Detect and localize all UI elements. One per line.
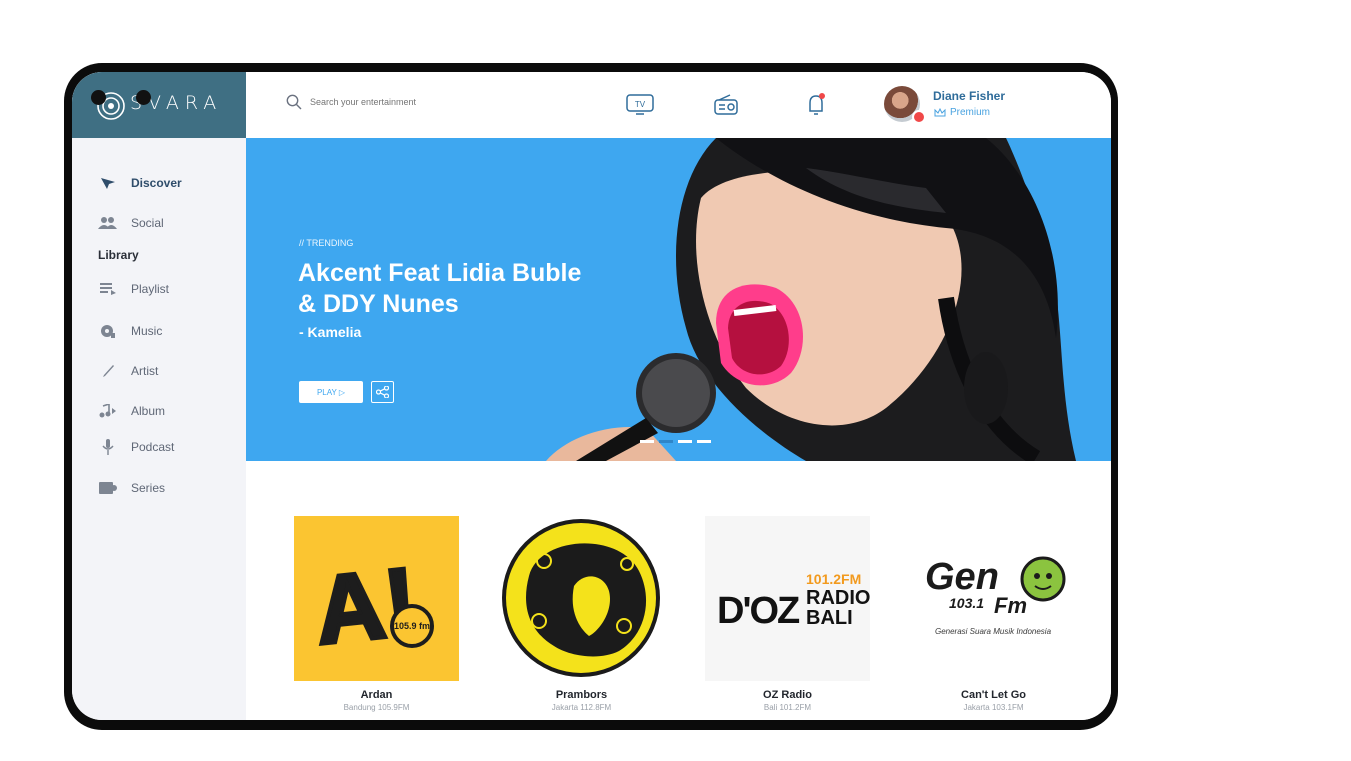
- sidebar-item-discover[interactable]: Discover: [98, 172, 182, 194]
- station-frequency: Jakarta 103.1FM: [963, 703, 1024, 712]
- crown-icon: [934, 107, 946, 116]
- sidebar-item-label: Discover: [131, 176, 182, 190]
- sidebar-item-podcast[interactable]: Podcast: [98, 436, 174, 458]
- sidebar-item-album[interactable]: Album: [98, 400, 165, 422]
- sidebar-item-music[interactable]: Music: [98, 320, 162, 342]
- oz-logo-radio: RADIO: [806, 587, 870, 609]
- ardan-logo-sub: 105.9 fm: [394, 621, 430, 631]
- sidebar-item-label: Music: [131, 324, 163, 338]
- carousel-dot[interactable]: [678, 440, 692, 443]
- station-name: OZ Radio: [763, 689, 812, 701]
- hero-title: Akcent Feat Lidia Buble & DDY Nunes: [298, 259, 582, 318]
- share-icon: [376, 386, 389, 398]
- station-frequency: Bandung 105.9FM: [343, 703, 410, 712]
- gen-logo-tagline: Generasi Suara Musik Indonesia: [935, 627, 1052, 636]
- station-frequency: Bali 101.2FM: [763, 703, 812, 712]
- search-input[interactable]: [310, 97, 470, 107]
- search-bar: [286, 94, 470, 110]
- camera-dot: [136, 90, 151, 105]
- station-card-oz-radio[interactable]: D'OZ 101.2FM RADIO BALI OZ Radio Bali 10…: [705, 516, 870, 712]
- play-button-label: PLAY ▷: [316, 387, 346, 397]
- station-card-cant-let-go[interactable]: Gen 103.1 Fm Generasi Suara Musik Indone…: [911, 516, 1076, 712]
- sidebar-item-playlist[interactable]: Playlist: [98, 278, 169, 300]
- user-name[interactable]: Diane Fisher: [933, 89, 1005, 103]
- app-screen: SVARA Discover Social Library Playlist M…: [72, 72, 1111, 720]
- carousel-dot[interactable]: [640, 440, 654, 443]
- tv-button[interactable]: TV: [626, 92, 654, 118]
- series-icon: [98, 479, 118, 497]
- gen-logo-text: Gen: [925, 556, 999, 598]
- sidebar-item-label: Social: [131, 216, 164, 230]
- users-icon: [98, 214, 118, 232]
- station-name: Can't Let Go: [961, 689, 1026, 701]
- stations-grid: A! 105.9 fm Ardan Bandung 105.9FM Prambo…: [246, 461, 1111, 720]
- trending-tag: // TRENDING: [299, 238, 354, 248]
- tv-label: TV: [635, 100, 646, 109]
- share-button[interactable]: [371, 381, 394, 403]
- tv-icon: TV: [626, 94, 654, 115]
- top-bar: TV Diane Fisher Premium: [246, 72, 1111, 138]
- station-name: Ardan: [360, 689, 393, 701]
- sidebar-item-social[interactable]: Social: [98, 212, 164, 234]
- oz-logo-text: D'OZ: [717, 590, 800, 632]
- station-logo: D'OZ 101.2FM RADIO BALI: [705, 516, 870, 681]
- sidebar-item-label: Album: [131, 404, 166, 418]
- search-icon: [286, 94, 302, 110]
- camera-dot: [91, 90, 106, 105]
- sidebar-item-label: Series: [131, 481, 166, 495]
- user-tier-label: Premium: [950, 107, 991, 118]
- notifications-button[interactable]: [802, 92, 830, 118]
- station-card-ardan[interactable]: A! 105.9 fm Ardan Bandung 105.9FM: [294, 516, 459, 712]
- play-button[interactable]: PLAY ▷: [299, 381, 363, 403]
- brush-icon: [98, 362, 118, 380]
- station-frequency: Jakarta 112.8FM: [551, 703, 612, 712]
- station-logo: Gen 103.1 Fm Generasi Suara Musik Indone…: [911, 516, 1076, 681]
- station-card-prambors[interactable]: Prambors Jakarta 112.8FM: [499, 516, 664, 712]
- library-heading: Library: [98, 248, 139, 262]
- oz-logo-bali: BALI: [806, 607, 853, 629]
- radio-button[interactable]: [713, 92, 741, 118]
- station-logo: [499, 516, 664, 681]
- hero-subtitle: - Kamelia: [299, 324, 362, 340]
- hero-banner: // TRENDING Akcent Feat Lidia Buble & DD…: [246, 138, 1111, 461]
- playlist-icon: [98, 280, 118, 298]
- bell-icon: [809, 93, 825, 115]
- sidebar-item-series[interactable]: Series: [98, 477, 165, 499]
- sidebar-item-label: Podcast: [131, 440, 175, 454]
- oz-logo-freq: 101.2FM: [806, 571, 861, 587]
- sidebar: SVARA Discover Social Library Playlist M…: [72, 72, 246, 720]
- sidebar-item-label: Artist: [131, 364, 159, 378]
- gen-logo-fm: Fm: [994, 593, 1027, 618]
- sidebar-item-artist[interactable]: Artist: [98, 360, 158, 382]
- music-icon: [98, 322, 118, 340]
- sidebar-item-label: Playlist: [131, 282, 170, 296]
- logo-bar: SVARA: [72, 72, 246, 138]
- carousel-dot-active[interactable]: [659, 440, 673, 443]
- radio-icon: [714, 94, 738, 115]
- avatar-badge: [912, 110, 926, 124]
- user-tier: Premium: [934, 107, 990, 118]
- carousel-dot[interactable]: [697, 440, 711, 443]
- station-name: Prambors: [555, 689, 608, 701]
- carousel-dots: [640, 440, 711, 443]
- album-icon: [98, 402, 118, 420]
- gen-logo-freq: 103.1: [949, 595, 984, 611]
- station-logo: A! 105.9 fm: [294, 516, 459, 681]
- compass-icon: [98, 174, 118, 192]
- microphone-icon: [98, 438, 118, 456]
